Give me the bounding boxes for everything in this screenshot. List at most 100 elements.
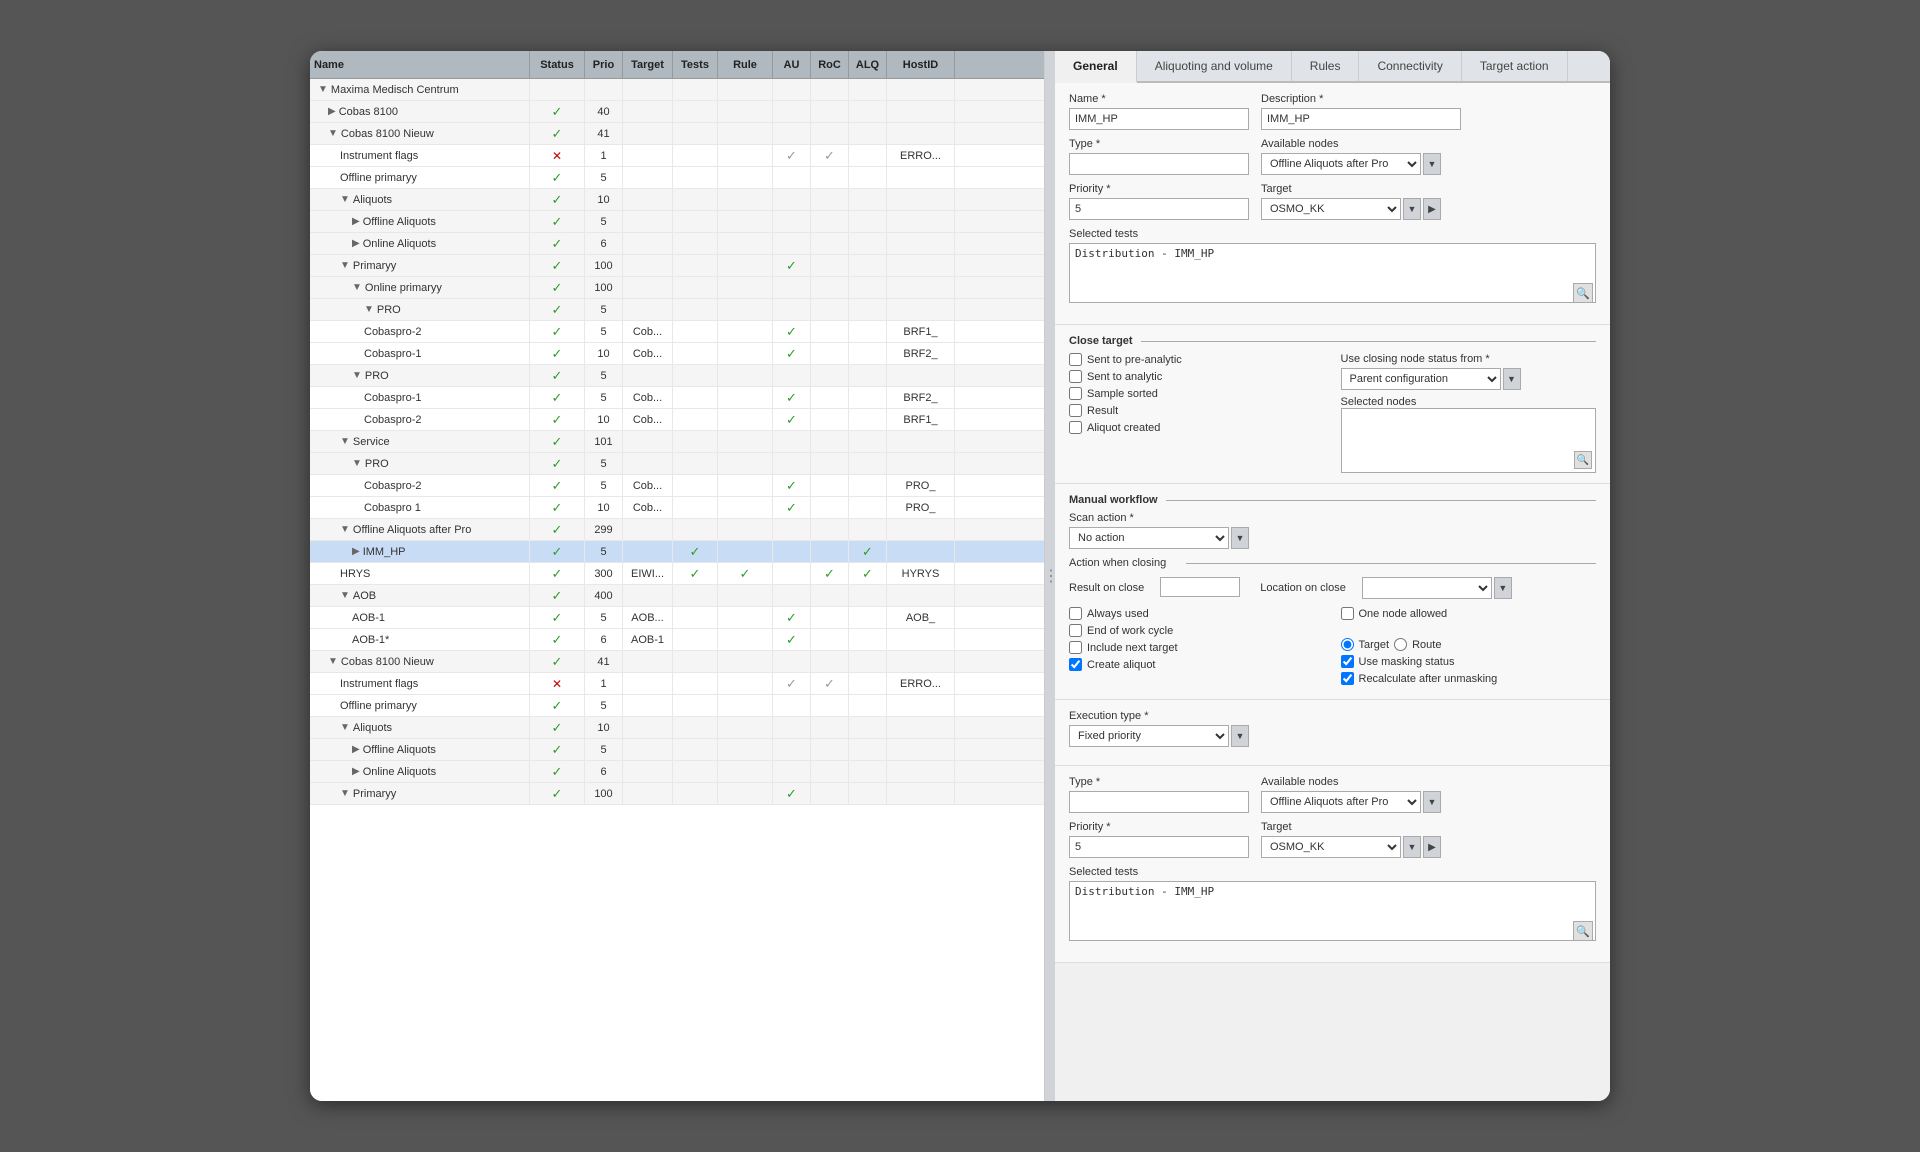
tree-row[interactable]: ▼ Primaryy✓100✓ <box>310 783 1044 805</box>
expand-icon[interactable]: ▼ <box>352 458 362 469</box>
one-node-allowed-checkbox[interactable] <box>1341 607 1354 620</box>
expand-icon[interactable]: ▶ <box>352 238 360 249</box>
tree-row[interactable]: AOB-1*✓6AOB-1✓ <box>310 629 1044 651</box>
tree-row[interactable]: ▼ PRO✓5 <box>310 365 1044 387</box>
include-next-target-checkbox[interactable] <box>1069 641 1082 654</box>
tree-row[interactable]: HRYS✓300EIWI...✓✓✓✓HYRYS <box>310 563 1044 585</box>
tree-row[interactable]: ▼ Cobas 8100 Nieuw✓41 <box>310 123 1044 145</box>
tree-row[interactable]: Cobaspro-2✓10Cob...✓BRF1_ <box>310 409 1044 431</box>
location-on-close-select[interactable] <box>1362 577 1492 599</box>
result-checkbox[interactable] <box>1069 404 1082 417</box>
nodes-search-btn[interactable]: 🔍 <box>1574 451 1592 469</box>
execution-type-select[interactable]: Fixed priority <box>1069 725 1229 747</box>
available-nodes-select[interactable]: Offline Aliquots after Pro <box>1261 153 1421 175</box>
tree-row[interactable]: Cobaspro-2✓5Cob...✓BRF1_ <box>310 321 1044 343</box>
tree-row[interactable]: ▼ Service✓101 <box>310 431 1044 453</box>
expand-icon[interactable]: ▼ <box>328 128 338 139</box>
aliquot-created-checkbox[interactable] <box>1069 421 1082 434</box>
tab-general[interactable]: General <box>1055 51 1137 83</box>
execution-type-dropdown-btn[interactable]: ▼ <box>1231 725 1249 747</box>
target-select[interactable]: OSMO_KK <box>1261 198 1401 220</box>
tree-row[interactable]: ▶ Cobas 8100✓40 <box>310 101 1044 123</box>
tree-row[interactable]: ▼ PRO✓5 <box>310 299 1044 321</box>
tree-row[interactable]: ▼ Primaryy✓100✓ <box>310 255 1044 277</box>
tree-row[interactable]: ▼ AOB✓400 <box>310 585 1044 607</box>
sent-analytic-checkbox[interactable] <box>1069 370 1082 383</box>
target-nav-btn[interactable]: ▶ <box>1423 198 1441 220</box>
scan-action-select[interactable]: No action <box>1069 527 1229 549</box>
end-of-work-cycle-checkbox[interactable] <box>1069 624 1082 637</box>
tab-target-action[interactable]: Target action <box>1462 51 1568 81</box>
expand-icon[interactable]: ▼ <box>340 194 350 205</box>
target-radio[interactable] <box>1341 638 1354 651</box>
bottom-target-dropdown-btn[interactable]: ▼ <box>1403 836 1421 858</box>
expand-icon[interactable]: ▼ <box>364 304 374 315</box>
tree-row[interactable]: ▶ Online Aliquots✓6 <box>310 233 1044 255</box>
scan-action-dropdown-btn[interactable]: ▼ <box>1231 527 1249 549</box>
expand-icon[interactable]: ▼ <box>352 282 362 293</box>
bottom-target-nav-btn[interactable]: ▶ <box>1423 836 1441 858</box>
tree-row[interactable]: ▼ Aliquots✓10 <box>310 189 1044 211</box>
priority-input[interactable] <box>1069 198 1249 220</box>
tree-row[interactable]: AOB-1✓5AOB...✓AOB_ <box>310 607 1044 629</box>
expand-icon[interactable]: ▶ <box>352 546 360 557</box>
expand-icon[interactable]: ▼ <box>352 370 362 381</box>
result-on-close-input[interactable] <box>1160 577 1240 597</box>
expand-icon[interactable]: ▼ <box>340 436 350 447</box>
tree-row[interactable]: Instrument flags✕1✓✓ERRO... <box>310 145 1044 167</box>
location-dropdown-btn[interactable]: ▼ <box>1494 577 1512 599</box>
use-closing-select[interactable]: Parent configuration <box>1341 368 1501 390</box>
tree-row[interactable]: ▶ IMM_HP✓5✓✓ <box>310 541 1044 563</box>
description-input[interactable] <box>1261 108 1461 130</box>
tab-connectivity[interactable]: Connectivity <box>1359 51 1461 81</box>
tree-row[interactable]: ▼ PRO✓5 <box>310 453 1044 475</box>
route-radio[interactable] <box>1394 638 1407 651</box>
expand-icon[interactable]: ▼ <box>340 260 350 271</box>
expand-icon[interactable]: ▼ <box>340 590 350 601</box>
sample-sorted-checkbox[interactable] <box>1069 387 1082 400</box>
tree-row[interactable]: ▼ Online primaryy✓100 <box>310 277 1044 299</box>
expand-icon[interactable]: ▼ <box>340 524 350 535</box>
tree-row[interactable]: ▼ Maxima Medisch Centrum <box>310 79 1044 101</box>
panel-divider[interactable]: ⋮ <box>1045 51 1055 1101</box>
expand-icon[interactable]: ▶ <box>328 106 336 117</box>
tree-row[interactable]: ▼ Offline Aliquots after Pro✓299 <box>310 519 1044 541</box>
use-masking-checkbox[interactable] <box>1341 655 1354 668</box>
bottom-available-nodes-dropdown-btn[interactable]: ▼ <box>1423 791 1441 813</box>
create-aliquot-checkbox[interactable] <box>1069 658 1082 671</box>
expand-icon[interactable]: ▶ <box>352 744 360 755</box>
use-closing-dropdown-btn[interactable]: ▼ <box>1503 368 1521 390</box>
bottom-target-select[interactable]: OSMO_KK <box>1261 836 1401 858</box>
name-input[interactable] <box>1069 108 1249 130</box>
tree-row[interactable]: Cobaspro 1✓10Cob...✓PRO_ <box>310 497 1044 519</box>
expand-icon[interactable]: ▼ <box>328 656 338 667</box>
tree-row[interactable]: Cobaspro-1✓10Cob...✓BRF2_ <box>310 343 1044 365</box>
bottom-selected-tests-search-btn[interactable]: 🔍 <box>1573 921 1593 941</box>
target-dropdown-btn[interactable]: ▼ <box>1403 198 1421 220</box>
tree-row[interactable]: Offline primaryy✓5 <box>310 167 1044 189</box>
tab-aliquoting[interactable]: Aliquoting and volume <box>1137 51 1292 81</box>
tab-rules[interactable]: Rules <box>1292 51 1360 81</box>
bottom-type-input[interactable] <box>1069 791 1249 813</box>
tree-row[interactable]: Instrument flags✕1✓✓ERRO... <box>310 673 1044 695</box>
tree-row[interactable]: ▼ Cobas 8100 Nieuw✓41 <box>310 651 1044 673</box>
tree-row[interactable]: ▶ Offline Aliquots✓5 <box>310 739 1044 761</box>
expand-icon[interactable]: ▼ <box>318 84 328 95</box>
bottom-selected-tests-textarea[interactable]: Distribution - IMM_HP <box>1069 881 1596 941</box>
selected-tests-search-btn[interactable]: 🔍 <box>1573 283 1593 303</box>
expand-icon[interactable]: ▶ <box>352 766 360 777</box>
expand-icon[interactable]: ▼ <box>340 788 350 799</box>
sent-preanalytic-checkbox[interactable] <box>1069 353 1082 366</box>
expand-icon[interactable]: ▶ <box>352 216 360 227</box>
bottom-priority-input[interactable] <box>1069 836 1249 858</box>
tree-row[interactable]: Cobaspro-2✓5Cob...✓PRO_ <box>310 475 1044 497</box>
tree-row[interactable]: ▶ Online Aliquots✓6 <box>310 761 1044 783</box>
bottom-available-nodes-select[interactable]: Offline Aliquots after Pro <box>1261 791 1421 813</box>
tree-row[interactable]: Offline primaryy✓5 <box>310 695 1044 717</box>
tree-row[interactable]: Cobaspro-1✓5Cob...✓BRF2_ <box>310 387 1044 409</box>
tree-row[interactable]: ▶ Offline Aliquots✓5 <box>310 211 1044 233</box>
type-input[interactable] <box>1069 153 1249 175</box>
available-nodes-dropdown-btn[interactable]: ▼ <box>1423 153 1441 175</box>
expand-icon[interactable]: ▼ <box>340 722 350 733</box>
recalculate-checkbox[interactable] <box>1341 672 1354 685</box>
